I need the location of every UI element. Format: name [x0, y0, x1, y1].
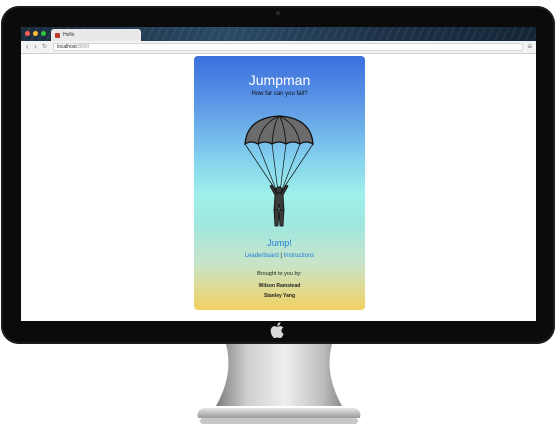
- reload-icon[interactable]: ↻: [42, 42, 47, 52]
- leaderboard-link[interactable]: Leaderboard: [245, 253, 279, 259]
- window-controls: [25, 31, 46, 36]
- apple-logo-icon: [270, 322, 284, 338]
- jump-button[interactable]: Jump!: [194, 238, 365, 248]
- monitor-frame: Hello ‹ › ↻ localhost :8000 ≡ Jumpman Ho…: [1, 6, 555, 344]
- browser-tab[interactable]: Hello: [51, 29, 141, 41]
- url-port: :8000: [76, 44, 90, 50]
- menu-icon[interactable]: ≡: [527, 42, 532, 52]
- monitor-stand: [197, 344, 361, 424]
- app-subtitle: How far can you fall?: [251, 91, 308, 97]
- url-host: localhost: [57, 44, 77, 50]
- link-separator: |: [280, 253, 282, 259]
- app-title: Jumpman: [248, 72, 311, 88]
- address-bar[interactable]: localhost :8000: [53, 43, 523, 51]
- maximize-window-button[interactable]: [41, 31, 46, 36]
- favicon-icon: [55, 32, 60, 38]
- nav-links: Leaderboard | Instructions: [194, 253, 365, 259]
- browser-tab-bar: Hello: [21, 27, 536, 41]
- tab-title: Hello: [63, 32, 75, 38]
- back-arrow-icon[interactable]: ‹: [26, 42, 29, 52]
- instructions-link[interactable]: Instructions: [284, 253, 315, 259]
- camera: [276, 11, 280, 15]
- author-name: Wilson Ramstead: [258, 283, 301, 289]
- minimize-window-button[interactable]: [33, 31, 38, 36]
- forward-arrow-icon[interactable]: ›: [34, 42, 37, 52]
- parachute-icon: [244, 115, 314, 227]
- close-window-button[interactable]: [25, 31, 30, 36]
- credits-label: Brought to you by:: [257, 271, 302, 277]
- author-name: Stanley Yang: [263, 293, 296, 299]
- browser-toolbar: ‹ › ↻ localhost :8000 ≡: [21, 41, 536, 54]
- app-card: Jumpman How far can you fall? Jump! Lead…: [194, 56, 365, 310]
- screen: Hello ‹ › ↻ localhost :8000 ≡ Jumpman Ho…: [21, 27, 536, 321]
